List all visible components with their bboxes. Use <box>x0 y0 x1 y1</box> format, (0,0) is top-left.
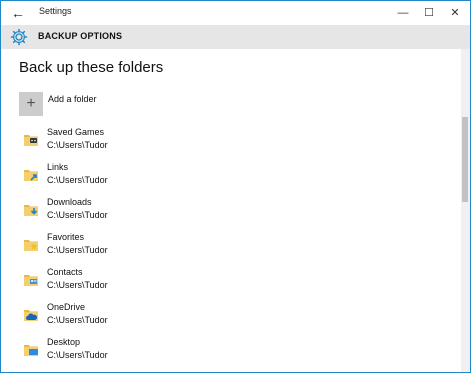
folder-path: C:\Users\Tudor <box>47 210 108 220</box>
list-item[interactable]: Downloads C:\Users\Tudor <box>23 197 323 227</box>
list-item[interactable]: OneDrive C:\Users\Tudor <box>23 302 323 332</box>
downloads-folder-icon <box>24 205 38 216</box>
folder-path: C:\Users\Tudor <box>47 245 108 255</box>
onedrive-folder-icon <box>24 310 38 321</box>
folder-name: Desktop <box>47 337 81 347</box>
scrollbar-thumb[interactable] <box>462 117 468 202</box>
back-arrow-icon[interactable]: ← <box>9 3 27 23</box>
folder-path: C:\Users\Tudor <box>47 175 108 185</box>
settings-window: ← Settings — ☐ ✕ BACKUP OPTIONS Back up … <box>0 0 471 373</box>
gear-icon <box>10 28 28 46</box>
scrollbar-track[interactable] <box>461 49 470 372</box>
favorites-folder-icon <box>24 240 38 251</box>
folder-name: Contacts <box>47 267 83 277</box>
folder-name: OneDrive <box>47 302 86 312</box>
saved-games-folder-icon <box>24 135 38 146</box>
list-item[interactable]: Desktop C:\Users\Tudor <box>23 337 323 367</box>
list-item[interactable]: Contacts C:\Users\Tudor <box>23 267 323 297</box>
desktop-folder-icon <box>24 345 38 356</box>
folder-name: Links <box>47 162 69 172</box>
folder-path: C:\Users\Tudor <box>47 140 108 150</box>
minimize-icon[interactable]: — <box>391 3 415 23</box>
folder-name: Downloads <box>47 197 92 207</box>
main-content: Back up these folders + Add a folder Sav… <box>1 49 461 372</box>
plus-icon: + <box>26 95 36 112</box>
section-heading: Back up these folders <box>19 59 164 76</box>
window-title: Settings <box>39 6 72 16</box>
folder-path: C:\Users\Tudor <box>47 315 108 325</box>
links-folder-icon <box>24 170 38 181</box>
page-header: BACKUP OPTIONS <box>1 25 470 49</box>
title-bar: ← Settings — ☐ ✕ <box>1 1 470 25</box>
add-folder-label[interactable]: Add a folder <box>48 94 97 104</box>
contacts-folder-icon <box>24 275 38 286</box>
add-folder-tile[interactable]: + <box>19 92 43 116</box>
close-icon[interactable]: ✕ <box>443 3 467 23</box>
list-item[interactable]: Saved Games C:\Users\Tudor <box>23 127 323 157</box>
page-title: BACKUP OPTIONS <box>38 31 123 41</box>
maximize-icon[interactable]: ☐ <box>417 3 441 23</box>
list-item[interactable]: Favorites C:\Users\Tudor <box>23 232 323 262</box>
folder-path: C:\Users\Tudor <box>47 350 108 360</box>
list-item[interactable]: Links C:\Users\Tudor <box>23 162 323 192</box>
folder-name: Saved Games <box>47 127 105 137</box>
folder-name: Favorites <box>47 232 85 242</box>
folder-path: C:\Users\Tudor <box>47 280 108 290</box>
